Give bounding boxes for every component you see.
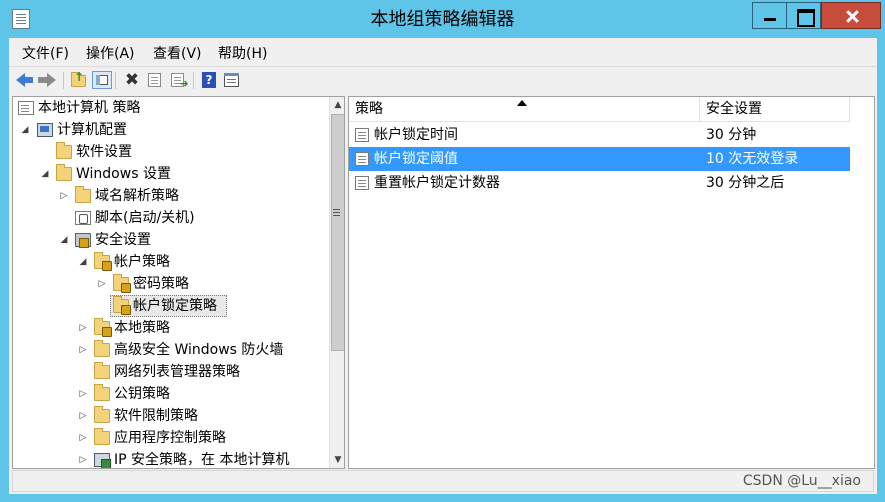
computer-icon <box>37 123 53 137</box>
scrollbar-thumb[interactable] <box>331 114 344 351</box>
folder-icon <box>56 164 72 181</box>
policy-value: 30 分钟之后 <box>706 175 785 191</box>
scroll-up-icon[interactable]: ▲ <box>330 97 344 113</box>
policy-setting-icon <box>355 176 369 190</box>
toolbar: ↑ ✖ ➜ ? <box>9 66 877 94</box>
sort-ascending-icon <box>517 100 527 106</box>
close-button[interactable] <box>821 2 881 29</box>
folder-icon <box>75 186 91 203</box>
details-pane[interactable]: 策略 安全设置 帐户锁定时间 30 分钟 帐户锁定阈值 10 次无效登录 重置帐… <box>348 96 875 469</box>
expander-collapsed-icon[interactable]: ▷ <box>59 185 69 207</box>
locked-folder-icon <box>113 274 131 293</box>
policy-name: 重置帐户锁定计数器 <box>374 175 500 191</box>
column-label-policy: 策略 <box>355 101 383 117</box>
column-header-policy[interactable]: 策略 <box>349 97 700 122</box>
console-tree[interactable]: 本地计算机 策略 ◢ 计算机配置 软件设置 ◢ Windows 设置 ▷ 域名解… <box>12 96 345 469</box>
ipsec-icon <box>94 453 111 468</box>
expander-expanded-icon[interactable]: ◢ <box>20 119 30 141</box>
policy-value: 30 分钟 <box>706 127 757 143</box>
folder-icon <box>94 406 110 423</box>
expander-collapsed-icon[interactable]: ▷ <box>78 405 88 427</box>
list-item-selected[interactable]: 帐户锁定阈值 10 次无效登录 <box>349 147 850 171</box>
toolbar-separator <box>63 72 64 89</box>
policy-name: 帐户锁定阈值 <box>372 147 460 171</box>
expander-collapsed-icon[interactable]: ▷ <box>97 273 107 295</box>
locked-folder-icon <box>113 296 131 315</box>
policy-doc-icon <box>18 101 34 115</box>
expander-expanded-icon[interactable]: ◢ <box>40 163 50 185</box>
export-list-icon[interactable]: ➜ <box>168 71 189 90</box>
folder-icon <box>56 142 72 159</box>
expander-collapsed-icon[interactable]: ▷ <box>78 449 88 468</box>
expander-collapsed-icon[interactable]: ▷ <box>78 317 88 339</box>
folder-icon <box>94 384 110 401</box>
column-label-security-setting: 安全设置 <box>706 101 762 117</box>
menu-view[interactable]: 查看(V) <box>153 43 202 63</box>
delete-icon[interactable]: ✖ <box>122 71 142 89</box>
script-icon <box>75 211 91 225</box>
expander-collapsed-icon[interactable]: ▷ <box>78 383 88 405</box>
policy-name: 帐户锁定时间 <box>374 127 458 143</box>
menu-action[interactable]: 操作(A) <box>86 43 135 63</box>
folder-icon <box>94 340 110 357</box>
scrollbar-grip-icon <box>333 209 340 210</box>
scroll-down-icon[interactable]: ▼ <box>330 452 344 468</box>
expander-collapsed-icon[interactable]: ▷ <box>78 339 88 361</box>
view-icon[interactable] <box>222 71 242 89</box>
client-area: 文件(F) 操作(A) 查看(V) 帮助(H) ↑ ✖ ➜ ? 本地计算机 策略… <box>9 38 877 494</box>
folder-icon <box>94 362 110 379</box>
expander-expanded-icon[interactable]: ◢ <box>78 251 88 273</box>
policy-setting-icon <box>355 152 369 166</box>
tree-scrollbar[interactable]: ▲ ▼ <box>329 97 344 468</box>
back-icon[interactable] <box>15 71 35 89</box>
up-folder-icon[interactable]: ↑ <box>69 71 89 89</box>
column-header-security-setting[interactable]: 安全设置 <box>700 97 850 122</box>
menu-bar: 文件(F) 操作(A) 查看(V) 帮助(H) <box>9 40 877 64</box>
list-item[interactable]: 帐户锁定时间 30 分钟 <box>349 123 850 147</box>
toolbar-separator <box>193 72 194 89</box>
expander-expanded-icon[interactable]: ◢ <box>59 229 69 251</box>
list-item[interactable]: 重置帐户锁定计数器 30 分钟之后 <box>349 171 850 195</box>
show-hide-tree-icon[interactable] <box>92 71 112 89</box>
title-bar[interactable]: 本地组策略编辑器 <box>0 0 885 38</box>
forward-icon[interactable] <box>37 71 57 89</box>
policy-setting-icon <box>355 128 369 142</box>
help-icon[interactable]: ? <box>199 71 219 89</box>
locked-folder-icon <box>94 252 112 271</box>
properties-icon[interactable] <box>145 71 165 89</box>
menu-help[interactable]: 帮助(H) <box>218 43 267 63</box>
policy-value: 10 次无效登录 <box>706 151 799 167</box>
maximize-button[interactable] <box>786 2 821 29</box>
locked-folder-icon <box>94 318 112 337</box>
status-bar: CSDN @Lu__xiao <box>12 470 874 492</box>
minimize-button[interactable] <box>752 2 787 29</box>
gpedit-window: 本地组策略编辑器 文件(F) 操作(A) 查看(V) 帮助(H) ↑ ✖ ➜ ?… <box>0 0 885 502</box>
toolbar-separator <box>115 72 116 89</box>
menu-file[interactable]: 文件(F) <box>22 43 69 63</box>
expander-collapsed-icon[interactable]: ▷ <box>78 427 88 449</box>
watermark-text: CSDN @Lu__xiao <box>742 473 861 489</box>
folder-icon <box>94 428 110 445</box>
security-icon <box>75 233 91 248</box>
